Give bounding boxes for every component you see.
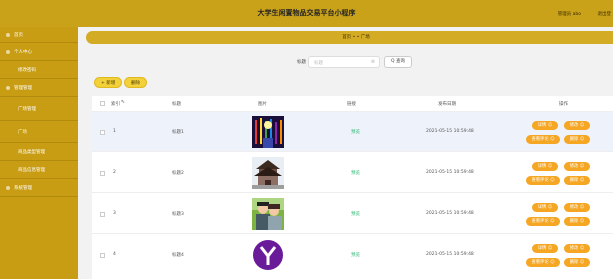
sidebar-item-label: 商品类型管理 [18,149,45,155]
sidebar-item-label: 广场 [18,129,27,135]
row-index: 3 [113,211,116,216]
row-delete-button[interactable]: 删除 ☺ [564,135,590,144]
row-date: 2021-05-15 10:59:48 [426,129,474,134]
user-icon [6,49,10,54]
row-checkbox[interactable] [100,253,105,258]
row-date: 2021-05-15 10:59:48 [426,252,474,257]
delete-button[interactable]: 删除 [124,77,147,88]
search-bar: 标题 标题 ⊗ Q 查询 [78,56,613,68]
sidebar-item-label: 修改密码 [18,67,36,73]
sidebar-item-profile[interactable]: 个人中心 [0,43,78,61]
row-link[interactable]: 预览 [351,211,360,217]
row-title: 标题3 [172,212,184,217]
add-button[interactable]: + 新增 [94,77,123,88]
row-title: 标题1 [172,130,184,135]
sidebar-item-category[interactable]: 商品类型管理 [0,143,78,161]
search-placeholder: 标题 [314,61,323,66]
row-delete-button[interactable]: 删除 ☺ [564,258,590,267]
table-header: 索引 ⇖ 标题 图片 链接 发布日期 操作 [92,96,613,112]
sidebar-item-square[interactable]: 广场 [0,121,78,143]
main-content: 首页 • • 广场 标题 标题 ⊗ Q 查询 + 新增 删除 索引 ⇖ 标题 图… [78,27,613,279]
edit-button[interactable]: 修改 ☺ [564,203,590,212]
col-title: 标题 [172,102,181,107]
sidebar-item-goods[interactable]: 商品信息管理 [0,161,78,179]
table-row: 3 标题3 预览 2021-05-15 10:59:48 详情 ☺ 修改 ☺ 查… [92,194,613,234]
sidebar-item-label: 首页 [14,32,23,38]
row-index: 2 [113,170,116,175]
col-image: 图片 [258,102,267,107]
row-checkbox[interactable] [100,130,105,135]
clear-icon[interactable]: ⊗ [371,59,375,65]
settings-icon [6,185,10,190]
select-all-checkbox[interactable] [100,101,105,106]
row-index: 1 [113,129,116,134]
row-title: 标题4 [172,253,184,258]
sidebar-item-label: 广场管理 [18,106,36,112]
row-date: 2021-05-15 10:59:48 [426,170,474,175]
comments-button[interactable]: 查看评论 ☺ [526,176,560,185]
search-button[interactable]: Q 查询 [384,56,412,68]
row-checkbox[interactable] [100,171,105,176]
edit-button[interactable]: 修改 ☺ [564,244,590,253]
comments-button[interactable]: 查看评论 ☺ [526,217,560,226]
home-icon [6,32,10,37]
table-row: 2 标题2 预览 2021-05-15 10:59:48 详情 ☺ 修改 ☺ 查… [92,153,613,193]
row-title: 标题2 [172,171,184,176]
row-image[interactable] [252,239,284,271]
sidebar-item-home[interactable]: 首页 [0,27,78,43]
row-image[interactable] [252,116,284,148]
row-index: 4 [113,252,116,257]
current-user[interactable]: 管理员 abo [558,11,581,17]
sidebar-item-label: 商品信息管理 [18,167,45,173]
row-link[interactable]: 预览 [351,252,360,258]
table-row: 4 标题4 预览 2021-05-15 10:59:48 详情 ☺ 修改 ☺ 查… [92,235,613,279]
col-date: 发布日期 [438,102,456,107]
data-table: 索引 ⇖ 标题 图片 链接 发布日期 操作 1 标题1 预览 2021-05-1… [92,96,613,279]
edit-button[interactable]: 修改 ☺ [564,162,590,171]
top-bar: 大学生闲置物品交易平台小程序 管理员 abo 退出登 [0,0,613,27]
folder-icon [6,85,10,90]
sidebar-item-system[interactable]: 系统管理 [0,179,78,197]
breadcrumb: 首页 • • 广场 [86,31,613,44]
col-link: 链接 [347,102,356,107]
app-title: 大学生闲置物品交易平台小程序 [257,9,356,17]
sidebar-item-password[interactable]: 修改密码 [0,61,78,79]
row-delete-button[interactable]: 删除 ☺ [564,217,590,226]
sidebar-item-label: 系统管理 [14,185,32,191]
comments-button[interactable]: 查看评论 ☺ [526,258,560,267]
detail-button[interactable]: 详情 ☺ [532,244,558,253]
table-row: 1 标题1 预览 2021-05-15 10:59:48 详情 ☺ 修改 ☺ 查… [92,112,613,152]
sidebar-item-square-manage[interactable]: 广场管理 [0,97,78,121]
row-link[interactable]: 预览 [351,170,360,176]
detail-button[interactable]: 详情 ☺ [532,162,558,171]
detail-button[interactable]: 详情 ☺ [532,203,558,212]
sidebar-item-label: 管理管理 [14,85,32,91]
row-checkbox[interactable] [100,212,105,217]
search-input[interactable]: 标题 ⊗ [308,56,380,68]
comments-button[interactable]: 查看评论 ☺ [526,135,560,144]
sidebar: 首页 个人中心 修改密码 管理管理 广场管理 广场 商品类型管理 商品信息管理 … [0,27,78,279]
row-link[interactable]: 预览 [351,129,360,135]
edit-button[interactable]: 修改 ☺ [564,121,590,130]
cursor-icon: ⇖ [121,99,126,105]
sidebar-item-label: 个人中心 [14,49,32,55]
col-index[interactable]: 索引 [111,101,120,107]
row-image[interactable] [252,198,284,230]
row-delete-button[interactable]: 删除 ☺ [564,176,590,185]
sidebar-item-manage[interactable]: 管理管理 [0,79,78,97]
col-actions: 操作 [559,102,568,107]
row-image[interactable] [252,157,284,189]
row-date: 2021-05-15 10:59:48 [426,211,474,216]
logout-link[interactable]: 退出登 [598,11,612,17]
search-label: 标题 [297,60,306,65]
detail-button[interactable]: 详情 ☺ [532,121,558,130]
